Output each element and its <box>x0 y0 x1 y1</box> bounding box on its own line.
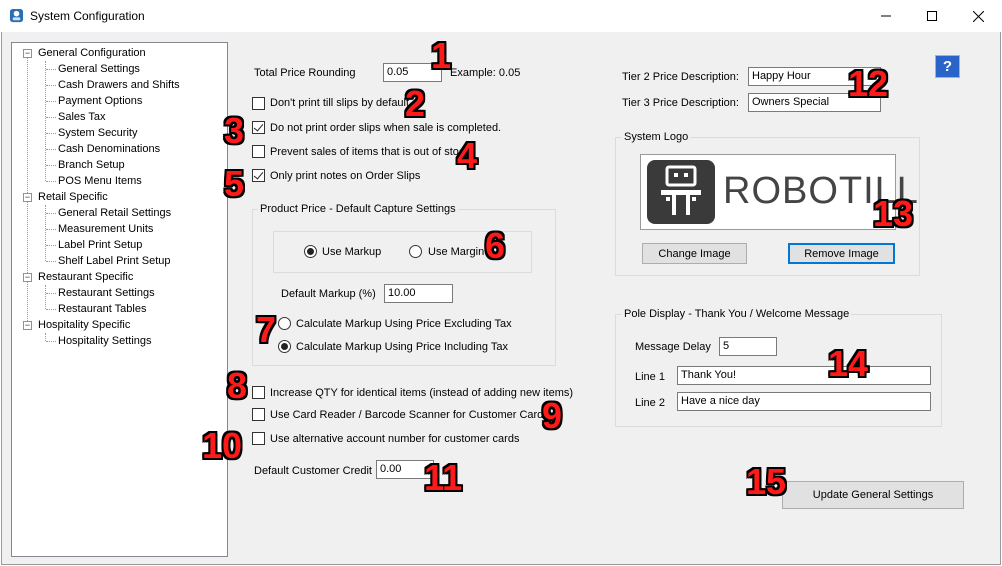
change-image-button[interactable]: Change Image <box>642 243 747 264</box>
line1-label: Line 1 <box>635 371 665 383</box>
pole-display-title: Pole Display - Thank You / Welcome Messa… <box>622 308 852 320</box>
expander-icon[interactable]: − <box>23 49 32 58</box>
minimize-icon <box>881 15 891 17</box>
tier2-label: Tier 2 Price Description: <box>622 71 739 83</box>
tier3-label: Tier 3 Price Description: <box>622 97 739 109</box>
default-markup-label: Default Markup (%) <box>281 288 376 300</box>
no-print-order-slips-label: Do not print order slips when sale is co… <box>270 122 502 134</box>
annotation-12: 12 <box>848 63 889 104</box>
remove-image-button[interactable]: Remove Image <box>788 243 895 264</box>
app-icon <box>9 8 24 23</box>
calc-including-tax-label: Calculate Markup Using Price Including T… <box>296 341 508 353</box>
close-icon <box>972 10 984 22</box>
prevent-sales-out-of-stock-checkbox[interactable] <box>252 145 265 158</box>
dont-print-till-slips-label: Don't print till slips by default <box>270 97 410 109</box>
maximize-icon <box>927 11 937 21</box>
help-icon: ? <box>942 58 953 75</box>
annotation-9: 9 <box>542 395 563 436</box>
annotation-3: 3 <box>224 110 245 151</box>
use-markup-label: Use Markup <box>322 246 382 258</box>
use-margin-label: Use Margin <box>428 246 485 258</box>
increase-qty-checkbox[interactable] <box>252 386 265 399</box>
tree-item-measurement-units[interactable]: Measurement Units <box>58 222 153 236</box>
tree-item-sales-tax[interactable]: Sales Tax <box>58 110 106 124</box>
card-reader-checkbox[interactable] <box>252 408 265 421</box>
calc-excluding-tax-label: Calculate Markup Using Price Excluding T… <box>296 318 512 330</box>
tree-item-hospitality-settings[interactable]: Hospitality Settings <box>58 334 152 348</box>
message-delay-label: Message Delay <box>635 341 711 353</box>
expander-icon[interactable]: − <box>23 193 32 202</box>
message-delay-input[interactable]: 5 <box>719 337 777 356</box>
expander-icon[interactable]: − <box>23 321 32 330</box>
use-markup-radio[interactable] <box>304 245 317 258</box>
tree-item-payment-options[interactable]: Payment Options <box>58 94 142 108</box>
dont-print-till-slips-checkbox[interactable] <box>252 97 265 110</box>
tree-group-hospitality-specific[interactable]: Hospitality Specific <box>38 318 130 332</box>
tree-item-pos-menu-items[interactable]: POS Menu Items <box>58 174 142 188</box>
help-button[interactable]: ? <box>935 55 960 78</box>
line1-input[interactable]: Thank You! <box>677 366 931 385</box>
calc-excluding-tax-radio[interactable] <box>278 317 291 330</box>
settings-tree[interactable]: − General Configuration General Settings… <box>11 42 228 557</box>
only-print-notes-checkbox[interactable] <box>252 169 265 182</box>
annotation-4: 4 <box>457 135 478 176</box>
total-price-rounding-label: Total Price Rounding <box>254 67 356 79</box>
use-margin-radio[interactable] <box>409 245 422 258</box>
annotation-6: 6 <box>485 225 506 266</box>
tree-item-restaurant-settings[interactable]: Restaurant Settings <box>58 286 155 300</box>
annotation-1: 1 <box>431 35 452 76</box>
tree-item-cash-drawers[interactable]: Cash Drawers and Shifts <box>58 78 180 92</box>
update-general-settings-button[interactable]: Update General Settings <box>782 481 964 509</box>
system-logo-title: System Logo <box>622 131 691 143</box>
tree-item-branch-setup[interactable]: Branch Setup <box>58 158 125 172</box>
no-print-order-slips-checkbox[interactable] <box>252 121 265 134</box>
alt-account-number-label: Use alternative account number for custo… <box>270 433 520 445</box>
tree-group-retail-specific[interactable]: Retail Specific <box>38 190 108 204</box>
increase-qty-label: Increase QTY for identical items (instea… <box>270 387 574 399</box>
annotation-15: 15 <box>746 461 787 502</box>
annotation-2: 2 <box>405 83 426 124</box>
only-print-notes-label: Only print notes on Order Slips <box>270 170 421 182</box>
annotation-10: 10 <box>202 425 243 466</box>
tree-item-restaurant-tables[interactable]: Restaurant Tables <box>58 302 146 316</box>
expander-icon[interactable]: − <box>23 273 32 282</box>
tree-item-general-retail-settings[interactable]: General Retail Settings <box>58 206 171 220</box>
line2-label: Line 2 <box>635 397 665 409</box>
annotation-5: 5 <box>224 163 245 204</box>
annotation-8: 8 <box>227 365 248 406</box>
close-button[interactable] <box>955 0 1001 32</box>
alt-account-number-checkbox[interactable] <box>252 432 265 445</box>
rounding-example-label: Example: 0.05 <box>450 67 521 79</box>
annotation-14: 14 <box>828 343 869 384</box>
tree-item-cash-denominations[interactable]: Cash Denominations <box>58 142 160 156</box>
tree-item-system-security[interactable]: System Security <box>58 126 137 140</box>
calc-including-tax-radio[interactable] <box>278 340 291 353</box>
tree-item-general-settings[interactable]: General Settings <box>58 62 140 76</box>
capture-settings-title: Product Price - Default Capture Settings <box>258 203 458 215</box>
minimize-button[interactable] <box>863 0 909 32</box>
card-reader-label: Use Card Reader / Barcode Scanner for Cu… <box>270 409 549 421</box>
annotation-13: 13 <box>873 193 914 234</box>
tree-item-label-print-setup[interactable]: Label Print Setup <box>58 238 142 252</box>
annotation-7: 7 <box>256 309 277 350</box>
default-customer-credit-label: Default Customer Credit <box>254 465 372 477</box>
tree-group-restaurant-specific[interactable]: Restaurant Specific <box>38 270 133 284</box>
annotation-11: 11 <box>424 457 463 498</box>
line2-input[interactable]: Have a nice day <box>677 392 931 411</box>
default-markup-input[interactable]: 10.00 <box>384 284 453 303</box>
title-bar: System Configuration <box>0 0 1002 32</box>
window-title: System Configuration <box>30 9 145 23</box>
robot-logo-icon <box>647 160 715 224</box>
tree-group-general-configuration[interactable]: General Configuration <box>38 46 146 60</box>
prevent-sales-out-of-stock-label: Prevent sales of items that is out of st… <box>270 146 470 158</box>
tree-item-shelf-label-print-setup[interactable]: Shelf Label Print Setup <box>58 254 171 268</box>
logo-image: ROBOTILL <box>640 154 918 230</box>
maximize-button[interactable] <box>909 0 955 32</box>
